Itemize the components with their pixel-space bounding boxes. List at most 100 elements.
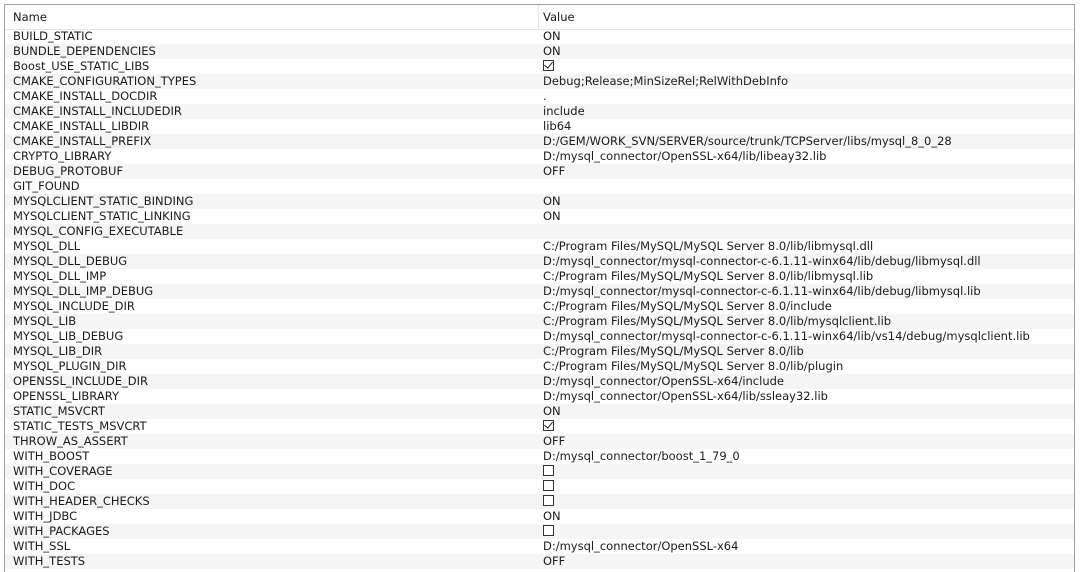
cache-entry-name: CMAKE_INSTALL_DOCDIR bbox=[13, 89, 158, 103]
table-row[interactable]: BUNDLE_DEPENDENCIES ON bbox=[5, 44, 1074, 59]
cache-entry-value-cell[interactable] bbox=[539, 479, 1074, 494]
table-row[interactable]: MYSQL_LIB C:/Program Files/MySQL/MySQL Se… bbox=[5, 314, 1074, 329]
table-row[interactable]: THROW_AS_ASSERT OFF bbox=[5, 434, 1074, 449]
checkbox-checked[interactable] bbox=[543, 60, 554, 71]
table-row[interactable]: MYSQL_LIB_DIR C:/Program Files/MySQL/MySQ… bbox=[5, 344, 1074, 359]
cache-entry-value[interactable]: OFF bbox=[539, 434, 1074, 449]
table-row[interactable]: WITH_HEADER_CHECKS bbox=[5, 494, 1074, 509]
cache-entry-value[interactable]: D:/mysql_connector/mysql-connector-c-6.1… bbox=[539, 284, 1074, 299]
cache-entry-name: WITH_HEADER_CHECKS bbox=[13, 494, 150, 508]
cache-entry-name: MYSQL_INCLUDE_DIR bbox=[13, 299, 135, 313]
checkbox-checked[interactable] bbox=[543, 420, 554, 431]
table-row[interactable]: WITH_PACKAGES bbox=[5, 524, 1074, 539]
cache-entry-value[interactable]: Debug;Release;MinSizeRel;RelWithDebInfo bbox=[539, 74, 1074, 89]
cache-entry-value[interactable]: ON bbox=[539, 404, 1074, 419]
cache-entry-name: BUNDLE_DEPENDENCIES bbox=[13, 44, 156, 58]
table-row[interactable]: WITH_SSL D:/mysql_connector/OpenSSL-x64 bbox=[5, 539, 1074, 554]
column-header-value[interactable]: Value bbox=[539, 5, 1074, 29]
table-row[interactable]: CRYPTO_LIBRARY D:/mysql_connector/OpenSSL… bbox=[5, 149, 1074, 164]
cache-entry-value[interactable] bbox=[539, 179, 1074, 194]
cache-entry-name: DEBUG_PROTOBUF bbox=[13, 164, 124, 178]
cache-entry-value-cell[interactable] bbox=[539, 494, 1074, 509]
cache-entry-value[interactable]: OFF bbox=[539, 164, 1074, 179]
table-row[interactable]: MYSQL_DLL C:/Program Files/MySQL/MySQL Se… bbox=[5, 239, 1074, 254]
table-row[interactable]: MYSQL_DLL_IMP C:/Program Files/MySQL/MySQ… bbox=[5, 269, 1074, 284]
cache-entry-value[interactable]: lib64 bbox=[539, 119, 1074, 134]
table-row[interactable]: MYSQL_LIB_DEBUG D:/mysql_connector/mysql-… bbox=[5, 329, 1074, 344]
cache-entry-name: CRYPTO_LIBRARY bbox=[13, 149, 112, 163]
cache-entry-value[interactable]: C:/Program Files/MySQL/MySQL Server 8.0/… bbox=[539, 344, 1074, 359]
cache-entry-value[interactable]: ON bbox=[539, 209, 1074, 224]
table-row[interactable]: MYSQLCLIENT_STATIC_BINDING ON bbox=[5, 194, 1074, 209]
cache-entry-name: CMAKE_INSTALL_LIBDIR bbox=[13, 119, 150, 133]
table-row[interactable]: STATIC_MSVCRT ON bbox=[5, 404, 1074, 419]
table-row[interactable]: CMAKE_CONFIGURATION_TYPES Debug;Release;M… bbox=[5, 74, 1074, 89]
cache-entry-value[interactable]: D:/mysql_connector/mysql-connector-c-6.1… bbox=[539, 254, 1074, 269]
table-row[interactable]: CMAKE_INSTALL_INCLUDEDIR include bbox=[5, 104, 1074, 119]
cache-entry-name: STATIC_TESTS_MSVCRT bbox=[13, 419, 147, 433]
cache-entry-value[interactable]: ON bbox=[539, 29, 1074, 44]
cache-entry-value-cell[interactable] bbox=[539, 524, 1074, 539]
table-row[interactable]: WITH_BOOST D:/mysql_connector/boost_1_79_… bbox=[5, 449, 1074, 464]
table-row[interactable]: BUILD_STATIC ON bbox=[5, 29, 1074, 44]
cache-entry-value[interactable]: include bbox=[539, 104, 1074, 119]
cache-entry-value[interactable]: OFF bbox=[539, 554, 1074, 569]
cache-entry-value[interactable]: C:/Program Files/MySQL/MySQL Server 8.0/… bbox=[539, 269, 1074, 284]
table-row[interactable]: OPENSSL_INCLUDE_DIR D:/mysql_connector/Op… bbox=[5, 374, 1074, 389]
table-row[interactable]: OPENSSL_LIBRARY D:/mysql_connector/OpenSS… bbox=[5, 389, 1074, 404]
column-header-name[interactable]: Name bbox=[5, 5, 539, 29]
table-row[interactable]: GIT_FOUND bbox=[5, 179, 1074, 194]
cache-entry-value[interactable] bbox=[539, 224, 1074, 239]
checkbox-unchecked[interactable] bbox=[543, 495, 554, 506]
cache-entry-name: WITH_SSL bbox=[13, 539, 71, 553]
cache-entry-value[interactable]: D:/mysql_connector/mysql-connector-c-6.1… bbox=[539, 329, 1074, 344]
table-row[interactable]: STATIC_TESTS_MSVCRT bbox=[5, 419, 1074, 434]
table-row[interactable]: MYSQL_INCLUDE_DIR C:/Program Files/MySQL/… bbox=[5, 299, 1074, 314]
cache-entry-value-cell[interactable] bbox=[539, 419, 1074, 434]
cache-entry-value[interactable]: C:/Program Files/MySQL/MySQL Server 8.0/… bbox=[539, 359, 1074, 374]
cache-entry-value[interactable]: D:/mysql_connector/OpenSSL-x64/lib/libea… bbox=[539, 149, 1074, 164]
table-row[interactable]: WITH_TESTS OFF bbox=[5, 554, 1074, 569]
cache-entry-name: MYSQL_DLL_DEBUG bbox=[13, 254, 128, 268]
cache-entry-value[interactable]: D:/mysql_connector/OpenSSL-x64/lib/sslea… bbox=[539, 389, 1074, 404]
table-row[interactable]: CMAKE_INSTALL_DOCDIR. bbox=[5, 89, 1074, 104]
cache-entry-value[interactable]: ON bbox=[539, 194, 1074, 209]
table-row[interactable]: MYSQL_PLUGIN_DIR C:/Program Files/MySQL/M… bbox=[5, 359, 1074, 374]
table-row[interactable]: WITH_COVERAGE bbox=[5, 464, 1074, 479]
cache-entry-value[interactable]: ON bbox=[539, 509, 1074, 524]
cache-entry-value-cell[interactable] bbox=[539, 464, 1074, 479]
cache-entry-value-cell[interactable] bbox=[539, 59, 1074, 74]
cache-entry-name: MYSQL_PLUGIN_DIR bbox=[13, 359, 127, 373]
table-row[interactable]: WITH_DOC bbox=[5, 479, 1074, 494]
table-row[interactable]: MYSQL_CONFIG_EXECUTABLE bbox=[5, 224, 1074, 239]
cache-entry-name: STATIC_MSVCRT bbox=[13, 404, 105, 418]
table-row[interactable]: CMAKE_INSTALL_LIBDIR lib64 bbox=[5, 119, 1074, 134]
cache-entry-value[interactable]: D:/GEM/WORK_SVN/SERVER/source/trunk/TCPS… bbox=[539, 134, 1074, 149]
cache-entry-value[interactable]: D:/mysql_connector/OpenSSL-x64 bbox=[539, 539, 1074, 554]
cache-entry-value[interactable]: C:/Program Files/MySQL/MySQL Server 8.0/… bbox=[539, 239, 1074, 254]
cache-entry-name: WITH_PACKAGES bbox=[13, 524, 110, 538]
cache-entry-name: MYSQL_DLL bbox=[13, 239, 81, 253]
cache-entry-name: WITH_JDBC bbox=[13, 509, 78, 523]
cache-entry-value[interactable]: . bbox=[539, 89, 1074, 104]
cache-entry-value[interactable]: D:/mysql_connector/boost_1_79_0 bbox=[539, 449, 1074, 464]
table-row[interactable]: DEBUG_PROTOBUF OFF bbox=[5, 164, 1074, 179]
table-row[interactable]: MYSQLCLIENT_STATIC_LINKING ON bbox=[5, 209, 1074, 224]
cache-entry-name: MYSQL_LIB bbox=[13, 314, 77, 328]
checkbox-unchecked[interactable] bbox=[543, 525, 554, 536]
table-row[interactable]: MYSQL_DLL_DEBUG D:/mysql_connector/mysql-… bbox=[5, 254, 1074, 269]
checkbox-unchecked[interactable] bbox=[543, 465, 554, 476]
table-row[interactable]: Boost_USE_STATIC_LIBS bbox=[5, 59, 1074, 74]
cache-entry-name: WITH_TESTS bbox=[13, 554, 86, 568]
cache-entry-value[interactable]: D:/mysql_connector/OpenSSL-x64/include bbox=[539, 374, 1074, 389]
table-row[interactable]: MYSQL_DLL_IMP_DEBUG D:/mysql_connector/my… bbox=[5, 284, 1074, 299]
table-row[interactable]: WITH_JDBC ON bbox=[5, 509, 1074, 524]
cache-entry-name: MYSQL_LIB_DIR bbox=[13, 344, 103, 358]
table-row[interactable]: CMAKE_INSTALL_PREFIX D:/GEM/WORK_SVN/SERV… bbox=[5, 134, 1074, 149]
cache-entry-value[interactable]: ON bbox=[539, 44, 1074, 59]
cache-entry-value[interactable]: C:/Program Files/MySQL/MySQL Server 8.0/… bbox=[539, 314, 1074, 329]
cache-entry-name: WITH_BOOST bbox=[13, 449, 90, 463]
cache-entry-name: OPENSSL_LIBRARY bbox=[13, 389, 119, 403]
cache-entry-value[interactable]: C:/Program Files/MySQL/MySQL Server 8.0/… bbox=[539, 299, 1074, 314]
checkbox-unchecked[interactable] bbox=[543, 480, 554, 491]
